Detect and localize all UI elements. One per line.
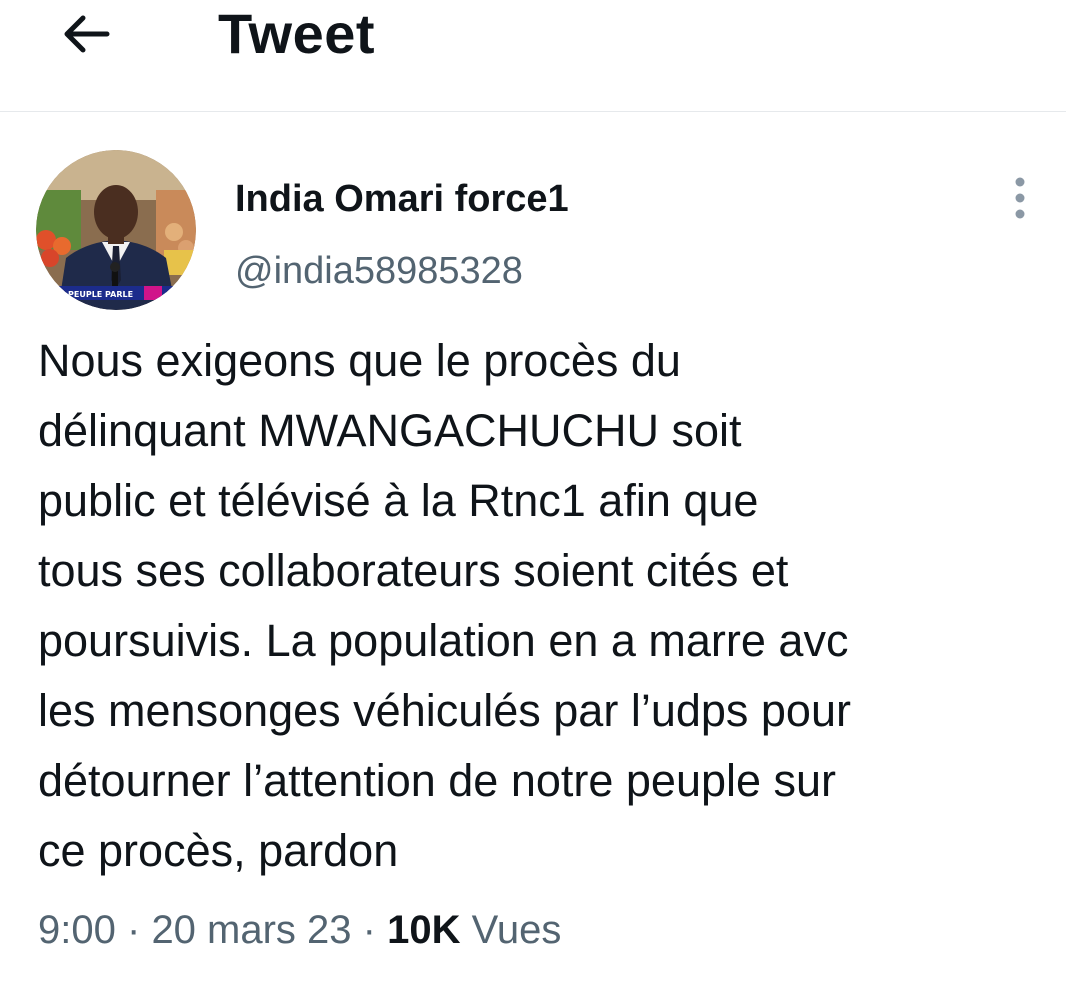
meta-separator: ·: [362, 908, 376, 952]
tweet-meta: 9:00 · 20 mars 23 · 10K Vues: [38, 904, 561, 956]
avatar-image: PEUPLE PARLE: [36, 150, 196, 310]
avatar[interactable]: PEUPLE PARLE: [36, 150, 196, 310]
tweet-text-line: les mensonges véhiculés par l’udps pour: [38, 685, 851, 736]
tweet-text-line: Nous exigeons que le procès du: [38, 335, 681, 386]
back-button[interactable]: [56, 6, 116, 62]
arrow-left-icon: [64, 15, 110, 53]
tweet-text: Nous exigeons que le procès du délinquan…: [38, 326, 1048, 886]
author-display-name[interactable]: India Omari force1: [235, 176, 569, 222]
views-label[interactable]: Vues: [472, 908, 562, 952]
tweet-text-line: ce procès, pardon: [38, 825, 399, 876]
meta-separator: ·: [126, 908, 141, 952]
more-vertical-icon: [1015, 177, 1025, 219]
tweet-text-line: public et télévisé à la Rtnc1 afin que: [38, 475, 759, 526]
page-title: Tweet: [218, 2, 376, 65]
more-options-button[interactable]: [996, 170, 1044, 226]
top-bar: Tweet: [0, 0, 1066, 112]
views-count[interactable]: 10K: [387, 908, 460, 952]
tweet-date[interactable]: 20 mars 23: [151, 908, 351, 952]
avatar-caption: PEUPLE PARLE: [68, 290, 133, 299]
tweet-time[interactable]: 9:00: [38, 908, 116, 952]
tweet-text-line: poursuivis. La population en a marre avc: [38, 615, 849, 666]
tweet-text-line: tous ses collaborateurs soient cités et: [38, 545, 789, 596]
tweet-text-line: délinquant MWANGACHUCHU soit: [38, 405, 742, 456]
author-handle[interactable]: @india58985328: [235, 248, 523, 294]
tweet-text-line: détourner l’attention de notre peuple su…: [38, 755, 837, 806]
